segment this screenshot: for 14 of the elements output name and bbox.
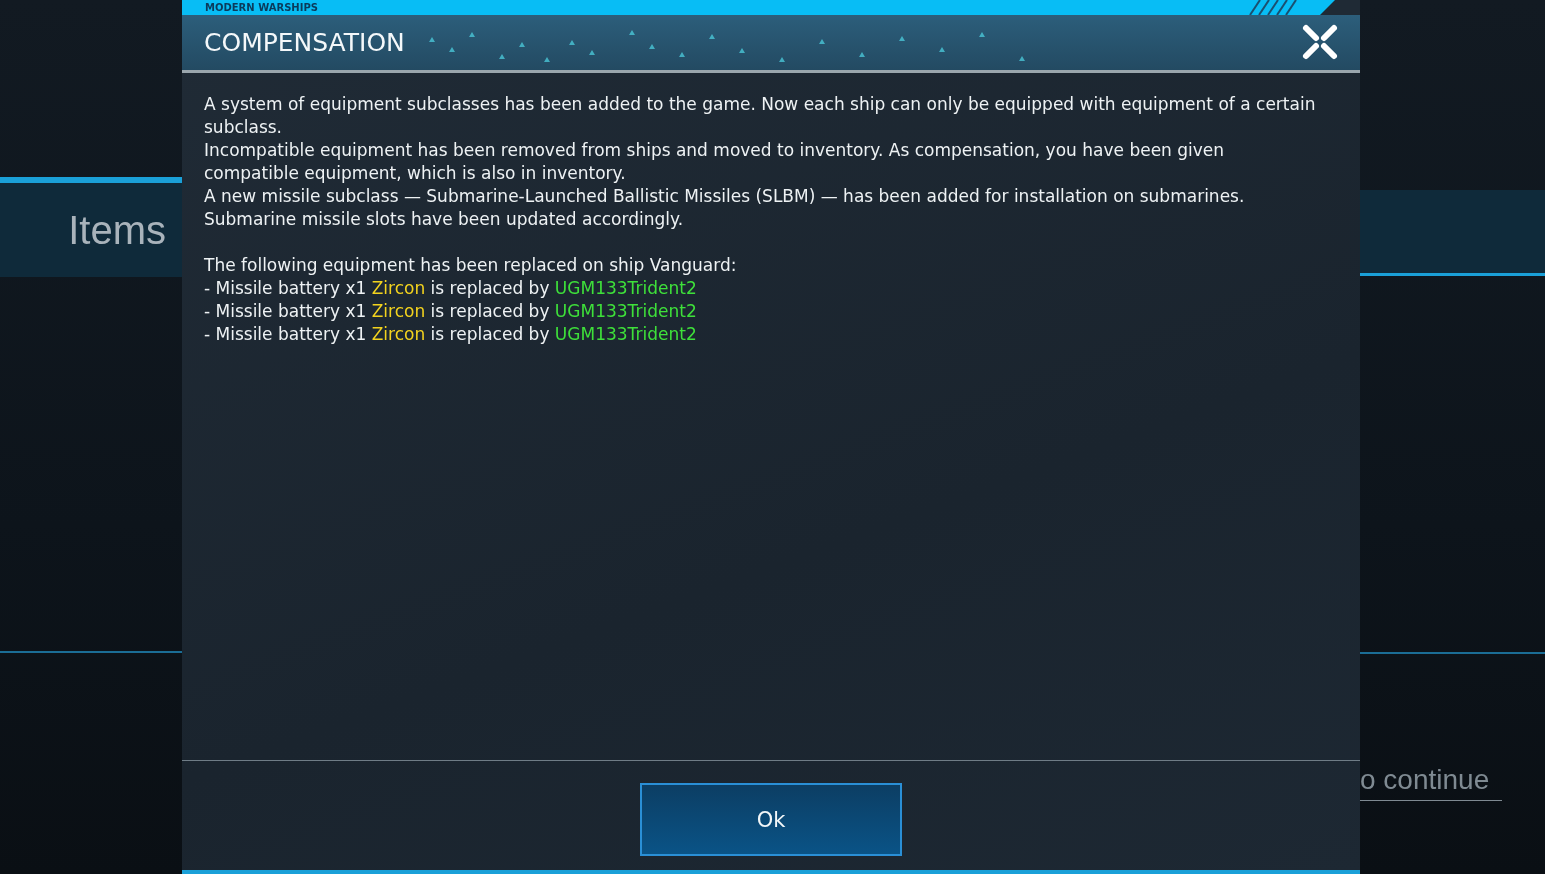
replacement-line: - Missile battery x1 Zircon is replaced by UGM133Trident2: [204, 277, 698, 300]
message-text: A new missile subclass — Submarine-Launched Ballistic Missiles (SLBM) — has been added for installation on submarines.: [204, 185, 1246, 208]
continue-hint: o continue: [1360, 764, 1502, 801]
message-text: A system of equipment subclasses has been added to the game. Now each ship can only be equipped with equipment of a certain subclass.: [204, 93, 1317, 139]
replacement-line: - Missile battery x1 Zircon is replaced by UGM133Trident2: [204, 300, 698, 323]
message-text: Incompatible equipment has been removed from ships and moved to inventory. As compensation, you have been given compatible equipment, which is also in inventory.: [204, 139, 1226, 185]
replacement-line: - Missile battery x1 Zircon is replaced by UGM133Trident2: [204, 323, 698, 346]
ok-button[interactable]: Ok: [640, 783, 902, 856]
message-text: The following equipment has been replaced on ship Vanguard:: [204, 254, 738, 277]
close-icon: [1301, 22, 1339, 61]
message-text: Submarine missile slots have been updated accordingly.: [204, 208, 685, 231]
brand-label: MODERN WARSHIPS: [205, 2, 318, 13]
dialog-title: COMPENSATION: [204, 28, 405, 57]
banner-title: Items: [68, 207, 167, 253]
